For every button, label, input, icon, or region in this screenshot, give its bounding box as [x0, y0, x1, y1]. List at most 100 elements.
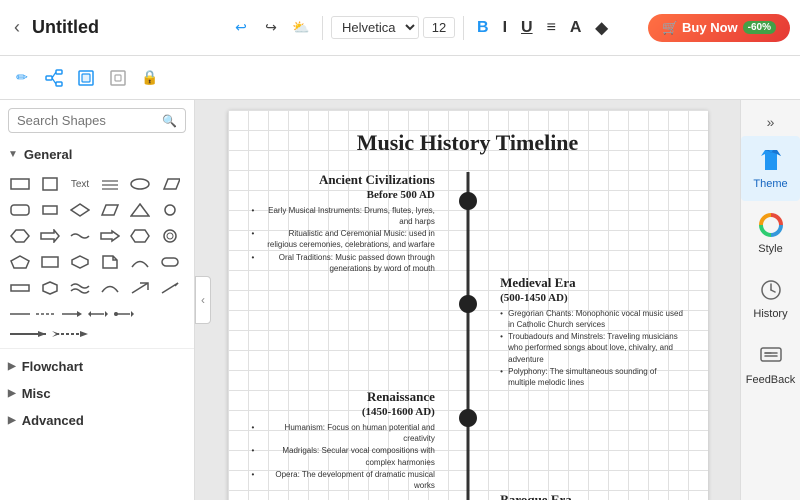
shape-arc[interactable]: [128, 250, 152, 274]
shape-arrow-right2[interactable]: [98, 224, 122, 248]
font-selector[interactable]: Helvetica: [331, 16, 419, 39]
cloud-icon[interactable]: ⛅: [288, 15, 314, 41]
era-renaissance-subtitle: (1450-1600 AD): [252, 406, 435, 418]
underline-button[interactable]: U: [516, 17, 538, 39]
lock-icon[interactable]: 🔒: [136, 64, 164, 92]
style-icon: [757, 211, 785, 239]
shape-rect3[interactable]: [38, 198, 62, 222]
shape-hexagon3[interactable]: [68, 250, 92, 274]
timeline-dot-ancient: [459, 192, 477, 210]
bullet-item: Troubadours and Minstrels: Traveling mus…: [500, 331, 683, 365]
shape-arc2[interactable]: [98, 276, 122, 300]
bullet-item: Humanism: Focus on human potential and c…: [252, 422, 435, 444]
timeline-row-baroque: Baroque Era (1600-1750 AD) Ornamentation…: [252, 492, 684, 500]
right-panel-item-theme[interactable]: Theme: [741, 136, 800, 201]
frame-icon[interactable]: [72, 64, 100, 92]
shape-arrow-up-right[interactable]: [128, 276, 152, 300]
shape-circle2[interactable]: [158, 224, 182, 248]
timeline-dot-renaissance: [459, 409, 477, 427]
theme-icon: [757, 146, 785, 174]
shape-wave[interactable]: [68, 224, 92, 248]
right-panel-item-history[interactable]: History: [741, 266, 800, 331]
toolbar-left: ‹ Untitled: [8, 13, 208, 42]
era-ancient-left: Ancient Civilizations Before 500 AD Earl…: [252, 172, 459, 275]
shape-square[interactable]: [38, 172, 62, 196]
shape-hexagon4[interactable]: [38, 276, 62, 300]
general-section-header[interactable]: ▼ General: [0, 141, 194, 168]
shape-rect4[interactable]: [158, 250, 182, 274]
shape-hexagon[interactable]: [8, 224, 32, 248]
shape-diamond[interactable]: [68, 198, 92, 222]
shape-lines[interactable]: [98, 172, 122, 196]
shape-parallelogram2[interactable]: [98, 198, 122, 222]
bullet-item: Madrigals: Secular vocal compositions wi…: [252, 445, 435, 467]
bullet-item: Gregorian Chants: Monophonic vocal music…: [500, 308, 683, 330]
advanced-chevron-icon: ▶: [8, 415, 16, 426]
search-icon: 🔍: [162, 114, 177, 128]
timeline-row-medieval: Medieval Era (500-1450 AD) Gregorian Cha…: [252, 275, 684, 389]
shape-doc[interactable]: [98, 250, 122, 274]
ghost-icon[interactable]: [104, 64, 132, 92]
flowchart-label: Flowchart: [22, 359, 83, 374]
shape-parallelogram[interactable]: [158, 172, 182, 196]
right-panel-item-feedback[interactable]: FeedBack: [741, 332, 800, 397]
shape-circle[interactable]: [158, 198, 182, 222]
misc-section-header[interactable]: ▶ Misc: [0, 380, 194, 407]
era-baroque-title: Baroque Era: [500, 492, 683, 500]
advanced-section-header[interactable]: ▶ Advanced: [0, 407, 194, 434]
misc-chevron-icon: ▶: [8, 388, 16, 399]
shape-ellipse[interactable]: [128, 172, 152, 196]
shape-hexagon2[interactable]: [128, 224, 152, 248]
bullet-item: Early Musical Instruments: Drums, flutes…: [252, 205, 435, 227]
buy-now-button[interactable]: 🛒 Buy Now -60%: [648, 14, 790, 42]
pen-tool-icon[interactable]: ✏: [8, 64, 36, 92]
shape-wave2[interactable]: [68, 276, 92, 300]
font-size-input[interactable]: [423, 17, 455, 38]
shape-rect2[interactable]: [8, 198, 32, 222]
left-panel: 🔍 ▼ General Text: [0, 100, 195, 500]
text-color-button[interactable]: A: [565, 17, 587, 39]
right-panel-item-style[interactable]: Style: [741, 201, 800, 266]
nodes-icon[interactable]: [40, 64, 68, 92]
shape-arrow-right[interactable]: [38, 224, 62, 248]
shape-rectangle[interactable]: [8, 172, 32, 196]
era-baroque-right: Baroque Era (1600-1750 AD) Ornamentation…: [476, 492, 683, 500]
redo-icon[interactable]: ↪: [258, 15, 284, 41]
shape-square2[interactable]: [38, 250, 62, 274]
bullet-item: Ritualistic and Ceremonial Music: used i…: [252, 228, 435, 250]
separator2: [463, 16, 464, 40]
search-input[interactable]: [17, 113, 158, 128]
right-panel-expand-button[interactable]: »: [741, 108, 800, 136]
flowchart-section-header[interactable]: ▶ Flowchart: [0, 353, 194, 380]
shape-rect5[interactable]: [8, 276, 32, 300]
timeline-dot-medieval: [459, 295, 477, 313]
bullet-item: Opera: The development of dramatic music…: [252, 469, 435, 491]
flowchart-chevron-icon: ▶: [8, 361, 16, 372]
highlight-button[interactable]: ◆: [590, 16, 612, 40]
top-toolbar: ‹ Untitled ↩ ↪ ⛅ Helvetica B I U ≡ A ◆ 🛒…: [0, 0, 800, 56]
canvas-area[interactable]: ‹ Music History Timeline Ancient Civiliz…: [195, 100, 740, 500]
shapes-grid: Text: [0, 168, 194, 304]
back-button[interactable]: ‹: [8, 13, 26, 42]
feedback-label: FeedBack: [746, 374, 796, 387]
era-medieval-subtitle: (500-1450 AD): [500, 292, 683, 304]
shape-text[interactable]: Text: [68, 172, 92, 196]
shape-pentagon[interactable]: [8, 250, 32, 274]
right-panel: » Theme Style: [740, 100, 800, 500]
feedback-icon: [757, 342, 785, 370]
left-panel-collapse-arrow[interactable]: ‹: [195, 276, 211, 324]
era-ancient-subtitle: Before 500 AD: [252, 189, 435, 201]
misc-label: Misc: [22, 386, 51, 401]
era-medieval-bullets: Gregorian Chants: Monophonic vocal music…: [500, 308, 683, 388]
strikethrough-button[interactable]: ≡: [542, 17, 561, 39]
format-buttons: B I U ≡ A ◆: [472, 16, 613, 40]
shape-triangle[interactable]: [128, 198, 152, 222]
undo-icon[interactable]: ↩: [228, 15, 254, 41]
bold-button[interactable]: B: [472, 17, 494, 39]
search-box[interactable]: 🔍: [8, 108, 186, 133]
shape-arrow-diagonal[interactable]: [158, 276, 182, 300]
theme-label: Theme: [753, 178, 787, 191]
general-chevron-icon: ▼: [8, 149, 18, 160]
italic-button[interactable]: I: [498, 17, 512, 39]
era-renaissance-title: Renaissance: [252, 389, 435, 406]
